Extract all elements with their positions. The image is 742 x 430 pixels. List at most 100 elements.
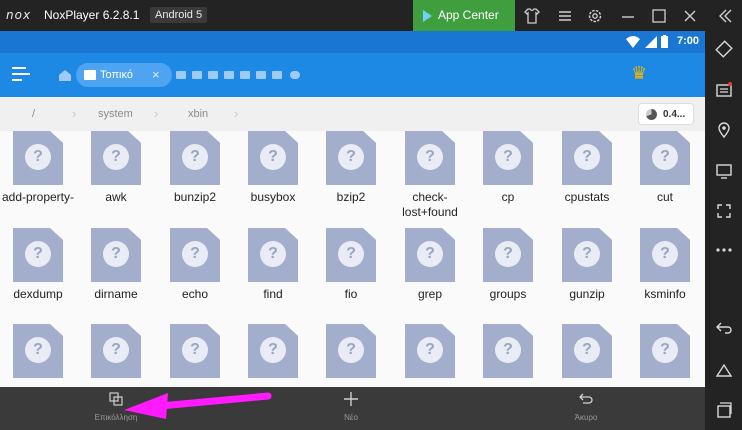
download-icon[interactable] xyxy=(272,71,282,79)
unknown-file-icon: ? xyxy=(326,324,376,378)
video-icon[interactable] xyxy=(208,71,218,79)
file-item[interactable]: ? grep xyxy=(394,228,466,328)
breadcrumb: / › system › xbin › 0.4... xyxy=(0,97,705,131)
unknown-file-icon: ? xyxy=(13,324,63,378)
file-item[interactable]: ? awk xyxy=(80,131,152,231)
file-name: grep xyxy=(417,287,443,301)
file-name: check-lost+found xyxy=(402,190,458,219)
folder-icon xyxy=(84,70,96,80)
unknown-file-icon: ? xyxy=(13,228,63,282)
breadcrumb-item[interactable]: xbin xyxy=(188,108,208,120)
gear-icon[interactable] xyxy=(585,6,605,26)
collapse-sidebar-icon[interactable] xyxy=(714,6,734,26)
nox-logo: nox xyxy=(6,8,32,22)
fullscreen-icon[interactable] xyxy=(715,202,733,220)
cloud-icon[interactable] xyxy=(290,71,300,79)
home-nav-icon[interactable] xyxy=(715,361,733,379)
more-icon[interactable] xyxy=(715,241,733,259)
file-item[interactable]: ? ksminfo xyxy=(629,228,701,328)
file-item[interactable]: ? cut xyxy=(629,131,701,231)
unknown-file-icon: ? xyxy=(91,131,141,185)
location-icon[interactable] xyxy=(715,121,733,139)
file-item[interactable]: ? dirname xyxy=(80,228,152,328)
menu-icon[interactable] xyxy=(555,6,575,26)
new-label: Νέο xyxy=(344,413,358,422)
drawer-menu-button[interactable] xyxy=(12,67,30,83)
breadcrumb-item[interactable]: system xyxy=(98,108,133,120)
emulator-sidebar xyxy=(705,31,742,430)
crown-icon[interactable]: ♛ xyxy=(631,63,647,84)
unknown-file-icon: ? xyxy=(483,228,533,282)
file-item[interactable]: ? gunzip xyxy=(551,228,623,328)
music-icon[interactable] xyxy=(192,71,202,79)
android-screen: 7:00 Τοπικό × ♛ / › system › xbin › 0.4.… xyxy=(0,31,705,430)
app-bar: Τοπικό × ♛ xyxy=(0,53,705,97)
unknown-file-icon: ? xyxy=(483,324,533,378)
status-time: 7:00 xyxy=(676,35,699,47)
minimize-icon[interactable] xyxy=(618,6,638,26)
close-icon[interactable] xyxy=(680,6,700,26)
file-item[interactable]: ? groups xyxy=(472,228,544,328)
app-icon[interactable] xyxy=(240,71,250,79)
file-name: add-property- xyxy=(1,190,75,204)
storage-indicator[interactable]: 0.4... xyxy=(638,103,694,125)
emulator-title-bar: nox NoxPlayer 6.2.8.1 Android 5 App Cent… xyxy=(0,0,742,31)
unknown-file-icon: ? xyxy=(248,324,298,378)
file-name: dexdump xyxy=(13,287,63,301)
file-item[interactable]: ? cp xyxy=(472,131,544,231)
file-name: find xyxy=(263,287,283,301)
rotate-icon[interactable] xyxy=(715,40,733,58)
paste-icon xyxy=(109,392,123,406)
unknown-file-icon: ? xyxy=(91,228,141,282)
cancel-button[interactable]: Άκυρο xyxy=(546,387,626,430)
plus-icon xyxy=(344,392,358,406)
file-name: bzip2 xyxy=(336,190,366,204)
file-item[interactable]: ? bunzip2 xyxy=(159,131,231,231)
back-icon[interactable] xyxy=(715,319,733,337)
screen-icon[interactable] xyxy=(715,162,733,180)
unknown-file-icon: ? xyxy=(562,228,612,282)
status-bar: 7:00 xyxy=(0,31,705,53)
undo-icon xyxy=(579,393,593,404)
chevron-right-icon: › xyxy=(154,106,159,121)
breadcrumb-root[interactable]: / xyxy=(32,108,35,120)
file-item[interactable]: ? check-lost+found xyxy=(394,131,466,231)
unknown-file-icon: ? xyxy=(170,228,220,282)
unknown-file-icon: ? xyxy=(562,131,612,185)
app-center-label: App Center xyxy=(438,8,499,22)
maximize-icon[interactable] xyxy=(649,6,669,26)
file-item[interactable]: ? cpustats xyxy=(551,131,623,231)
image-icon[interactable] xyxy=(176,71,186,79)
tab-local[interactable]: Τοπικό × xyxy=(76,63,172,87)
file-item[interactable]: ? busybox xyxy=(237,131,309,231)
keyboard-icon[interactable] xyxy=(715,81,733,99)
archive-icon[interactable] xyxy=(256,71,266,79)
file-item[interactable]: ? add-property- xyxy=(2,131,74,231)
home-icon[interactable] xyxy=(58,69,72,81)
app-center-button[interactable]: App Center xyxy=(413,0,515,31)
document-icon[interactable] xyxy=(224,71,234,79)
storage-value: 0.4... xyxy=(663,109,686,120)
shirt-icon[interactable] xyxy=(522,6,542,26)
file-item[interactable]: ? dexdump xyxy=(2,228,74,328)
new-button[interactable]: Νέο xyxy=(311,387,391,430)
file-item[interactable]: ? echo xyxy=(159,228,231,328)
unknown-file-icon: ? xyxy=(640,228,690,282)
unknown-file-icon: ? xyxy=(562,324,612,378)
unknown-file-icon: ? xyxy=(405,131,455,185)
file-item[interactable]: ? bzip2 xyxy=(315,131,387,231)
paste-label: Επικόλληση xyxy=(94,413,138,422)
close-tab-icon[interactable]: × xyxy=(152,63,160,87)
play-store-icon xyxy=(423,10,432,22)
chevron-right-icon: › xyxy=(72,106,77,121)
file-item[interactable]: ? find xyxy=(237,228,309,328)
unknown-file-icon: ? xyxy=(405,324,455,378)
signal-icon xyxy=(645,36,657,48)
recent-apps-icon[interactable] xyxy=(715,401,733,419)
file-name: echo xyxy=(181,287,209,301)
unknown-file-icon: ? xyxy=(170,131,220,185)
file-name: busybox xyxy=(250,190,296,204)
tab-local-label: Τοπικό xyxy=(100,69,133,81)
file-item[interactable]: ? fio xyxy=(315,228,387,328)
paste-button[interactable]: Επικόλληση xyxy=(76,387,156,430)
